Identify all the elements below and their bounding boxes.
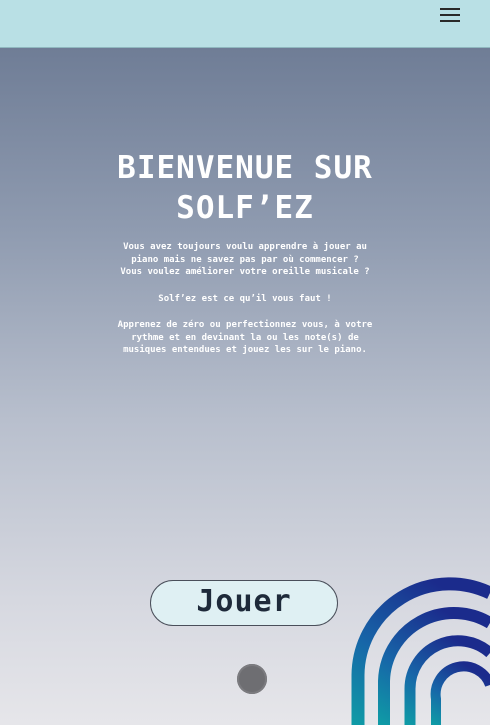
decorative-arcs-graphic (351, 577, 490, 725)
description-line-3: musiques entendues et jouez les sur le p… (123, 345, 367, 355)
intro-paragraph: Vous avez toujours voulu apprendre à jou… (95, 241, 395, 279)
arc-4 (430, 661, 490, 725)
intro-line-3: Vous voulez améliorer votre oreille musi… (120, 267, 370, 277)
title-line-1: BIENVENUE SUR (117, 150, 373, 186)
arc-3 (404, 635, 490, 725)
menu-line (440, 20, 460, 22)
play-button[interactable]: Jouer (150, 580, 338, 626)
top-bar (0, 0, 490, 48)
tagline-paragraph: Solf’ez est ce qu’il vous faut ! (95, 293, 395, 306)
hamburger-menu-icon[interactable] (440, 6, 462, 28)
page-title: BIENVENUE SUR SOLF’EZ (0, 148, 490, 228)
menu-line (440, 8, 460, 10)
description-paragraph: Apprenez de zéro ou perfectionnez vous, … (95, 319, 395, 357)
description-line-2: rythme et en devinant la ou les note(s) … (131, 332, 359, 343)
menu-line (440, 14, 460, 16)
intro-line-1: Vous avez toujours voulu apprendre à jou… (123, 242, 367, 252)
title-line-2: SOLF’EZ (176, 190, 314, 226)
tagline-line: Solf’ez est ce qu’il vous faut ! (158, 294, 332, 304)
intro-line-2: piano mais ne savez pas par où commencer… (131, 254, 359, 265)
description-line-1: Apprenez de zéro ou perfectionnez vous, … (117, 320, 373, 330)
home-button[interactable] (237, 664, 267, 694)
